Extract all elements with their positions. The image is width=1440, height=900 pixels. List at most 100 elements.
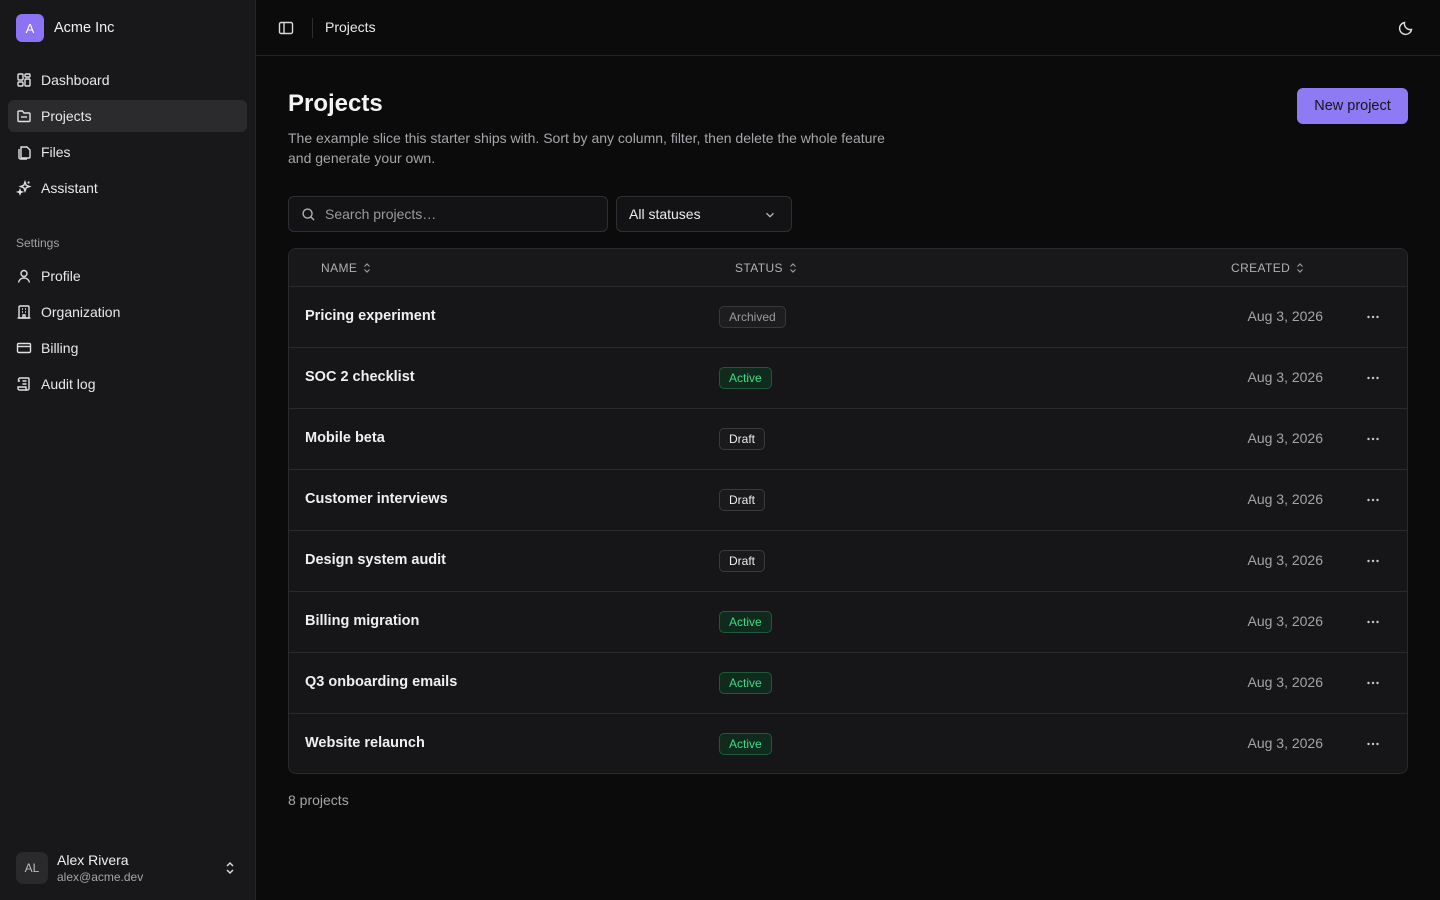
topbar: Projects [256, 0, 1440, 56]
chevron-down-icon [766, 212, 774, 218]
sidebar-item-billing[interactable]: Billing [8, 332, 247, 364]
sidebar-item-label: Profile [41, 268, 81, 284]
sidebar-item-label: Assistant [41, 180, 98, 196]
sparkles-icon [16, 180, 32, 196]
dashboard-icon [17, 73, 31, 87]
sidebar-item-organization[interactable]: Organization [8, 296, 247, 328]
main-nav: Dashboard Projects Files Assistant [8, 64, 247, 208]
user-name: Alex Rivera [57, 852, 129, 868]
topbar-divider [312, 18, 313, 38]
sidebar-item-label: Audit log [41, 376, 96, 392]
projects-table: NAME STATUS CREATED Pricing experiment Ar… [288, 248, 1408, 774]
sort-icon [364, 263, 371, 273]
sidebar-item-files[interactable]: Files [8, 136, 247, 168]
status-badge: Draft [719, 550, 766, 572]
more-horizontal-icon[interactable] [1365, 370, 1381, 386]
sidebar-item-projects[interactable]: Projects [8, 100, 247, 132]
sort-icon [790, 263, 796, 273]
user-menu[interactable]: AL Alex Rivera alex@acme.dev [16, 850, 244, 886]
status-badge: Active [719, 672, 772, 694]
status-badge: Active [719, 611, 772, 633]
sidebar-item-label: Billing [41, 340, 79, 356]
table-row[interactable]: Design system audit Draft Aug 3, 2026 [289, 531, 1407, 592]
status-badge: Draft [719, 489, 766, 511]
table-row[interactable]: Mobile beta Draft Aug 3, 2026 [289, 409, 1407, 470]
chevrons-up-down-icon [226, 861, 234, 875]
project-count: 8 projects [288, 792, 349, 808]
more-horizontal-icon[interactable] [1365, 309, 1381, 325]
sidebar-item-label: Projects [41, 108, 92, 124]
project-name: SOC 2 checklist [305, 369, 415, 385]
sidebar: A Acme Inc Dashboard Projects Files Assi… [0, 0, 256, 900]
column-header-name[interactable]: NAME [321, 261, 373, 275]
scroll-icon [17, 377, 30, 391]
sidebar-item-assistant[interactable]: Assistant [8, 172, 247, 204]
column-header-created[interactable]: CREATED [1231, 261, 1306, 275]
status-badge: Active [719, 733, 772, 755]
search-icon [302, 208, 315, 221]
status-badge: Active [719, 367, 772, 389]
project-name: Billing migration [305, 613, 420, 629]
user-icon [17, 269, 31, 283]
created-date: Aug 3, 2026 [1247, 552, 1323, 568]
user-info: Alex Rivera alex@acme.dev [57, 851, 143, 885]
search-input[interactable] [325, 197, 595, 231]
page-title: Projects [288, 90, 383, 117]
project-name: Customer interviews [305, 491, 448, 507]
new-project-button[interactable]: New project [1297, 88, 1408, 124]
sidebar-item-label: Files [41, 144, 71, 160]
folder-icon [17, 110, 31, 123]
status-badge: Draft [719, 428, 766, 450]
created-date: Aug 3, 2026 [1247, 430, 1323, 446]
settings-nav: Profile Organization Billing Audit log [8, 260, 247, 404]
moon-icon[interactable] [1398, 20, 1414, 36]
table-row[interactable]: Q3 onboarding emails Active Aug 3, 2026 [289, 653, 1407, 714]
more-horizontal-icon[interactable] [1365, 675, 1381, 691]
status-filter-select[interactable]: All statuses [616, 196, 792, 232]
more-horizontal-icon[interactable] [1365, 553, 1381, 569]
table-body: Pricing experiment Archived Aug 3, 2026 SOC… [289, 287, 1407, 773]
sort-icon [1297, 263, 1304, 273]
project-name: Q3 onboarding emails [305, 674, 458, 690]
sidebar-toggle-icon[interactable] [278, 20, 294, 36]
org-logo: A [16, 14, 44, 42]
sidebar-item-label: Dashboard [41, 72, 110, 88]
search-box [288, 196, 608, 232]
project-name: Mobile beta [305, 430, 385, 446]
sidebar-item-audit-log[interactable]: Audit log [8, 368, 247, 400]
created-date: Aug 3, 2026 [1247, 308, 1323, 324]
credit-card-icon [16, 342, 32, 354]
table-row[interactable]: Website relaunch Active Aug 3, 2026 [289, 714, 1407, 773]
sidebar-item-profile[interactable]: Profile [8, 260, 247, 292]
project-name: Pricing experiment [305, 308, 436, 324]
table-header: NAME STATUS CREATED [289, 249, 1407, 287]
more-horizontal-icon[interactable] [1365, 431, 1381, 447]
column-header-status[interactable]: STATUS [735, 261, 799, 275]
org-name: Acme Inc [54, 20, 115, 36]
column-label: CREATED [1231, 261, 1291, 275]
project-name: Website relaunch [305, 735, 425, 751]
table-row[interactable]: Customer interviews Draft Aug 3, 2026 [289, 470, 1407, 531]
project-name: Design system audit [305, 552, 447, 568]
column-label: STATUS [735, 261, 783, 275]
created-date: Aug 3, 2026 [1247, 674, 1323, 690]
building-icon [17, 305, 31, 319]
created-date: Aug 3, 2026 [1247, 735, 1323, 751]
avatar: AL [16, 852, 48, 884]
column-label: NAME [321, 261, 358, 275]
created-date: Aug 3, 2026 [1247, 613, 1323, 629]
page-description: The example slice this starter ships wit… [288, 130, 885, 166]
table-row[interactable]: SOC 2 checklist Active Aug 3, 2026 [289, 348, 1407, 409]
more-horizontal-icon[interactable] [1365, 492, 1381, 508]
table-row[interactable]: Pricing experiment Archived Aug 3, 2026 [289, 287, 1407, 348]
org-switcher[interactable]: A Acme Inc [16, 14, 114, 42]
sidebar-item-label: Organization [41, 304, 121, 320]
table-row[interactable]: Billing migration Active Aug 3, 2026 [289, 592, 1407, 653]
created-date: Aug 3, 2026 [1247, 491, 1323, 507]
more-horizontal-icon[interactable] [1365, 614, 1381, 630]
sidebar-item-dashboard[interactable]: Dashboard [8, 64, 247, 96]
more-horizontal-icon[interactable] [1365, 736, 1381, 752]
status-filter-value: All statuses [629, 206, 701, 222]
created-date: Aug 3, 2026 [1247, 369, 1323, 385]
files-icon [18, 146, 31, 160]
